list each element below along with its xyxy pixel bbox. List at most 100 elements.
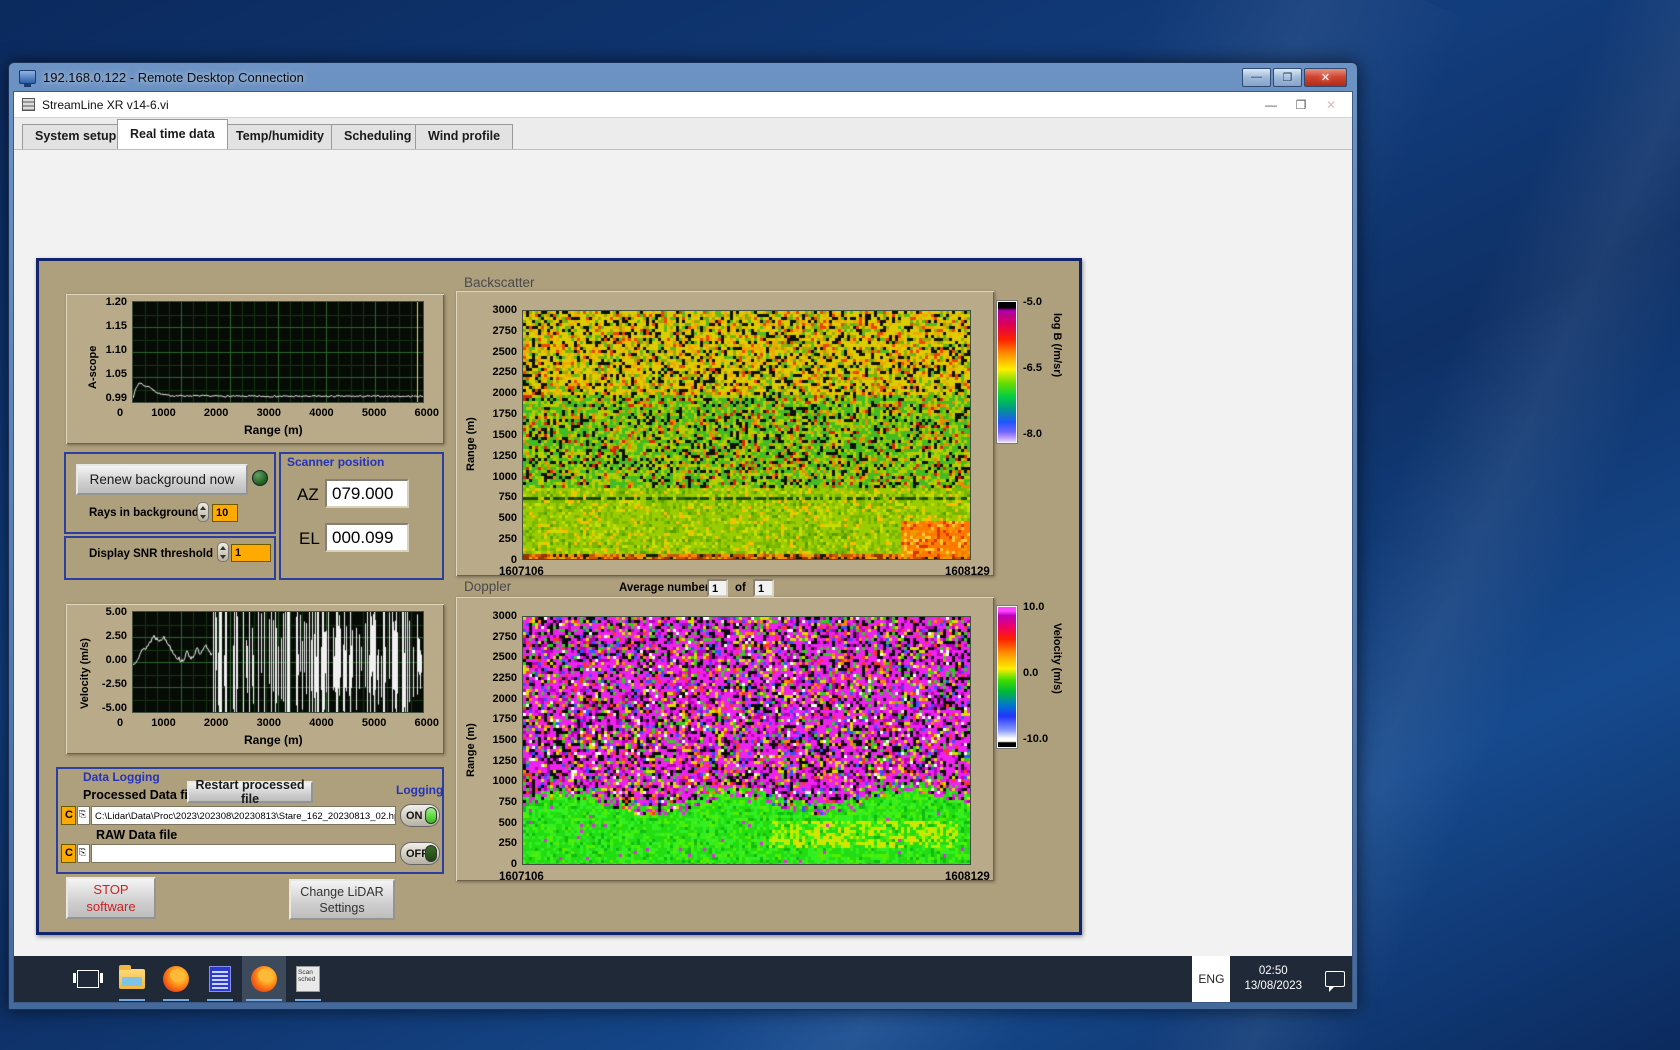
firefox-button[interactable] <box>154 956 198 1002</box>
doppler-ytick: 1500 <box>493 735 517 745</box>
backscatter-ytick: 0 <box>511 555 517 565</box>
change-lidar-settings-button[interactable]: Change LiDAR Settings <box>289 879 395 920</box>
tab-wind-profile[interactable]: Wind profile <box>415 124 513 149</box>
scanner-position-box <box>279 452 444 580</box>
backscatter-ytick: 2500 <box>493 347 517 357</box>
app-titlebar[interactable]: StreamLine XR v14-6.vi — ❐ ✕ <box>14 92 1353 118</box>
ascope-xtick: 4000 <box>309 407 333 419</box>
document-app-button[interactable] <box>198 956 242 1002</box>
tab-system-setup[interactable]: System setup <box>22 124 129 149</box>
app-title: StreamLine XR v14-6.vi <box>42 98 169 112</box>
doppler-ylabel: Range (m) <box>465 697 477 777</box>
doppler-ytick: 2250 <box>493 673 517 683</box>
doppler-canvas <box>523 617 970 864</box>
rays-spinner[interactable] <box>197 502 209 522</box>
raw-logging-toggle[interactable]: OFF <box>400 842 440 865</box>
notification-center-button[interactable] <box>1316 956 1353 1002</box>
app-close-button[interactable]: ✕ <box>1316 98 1346 112</box>
tab-temp-humidity[interactable]: Temp/humidity <box>223 124 337 149</box>
velocity-xtick: 0 <box>117 717 123 729</box>
backscatter-xend: 1608129 <box>945 566 990 578</box>
processed-path-field[interactable]: C:\Lidar\Data\Proc\2023\202308\20230813\… <box>91 806 396 825</box>
snr-value-field[interactable]: 1 <box>231 544 271 562</box>
rdp-title: 192.168.0.122 - Remote Desktop Connectio… <box>43 70 304 85</box>
backscatter-ytick: 1750 <box>493 409 517 419</box>
doppler-cbtick: 10.0 <box>1023 602 1048 612</box>
ascope-xtick: 3000 <box>257 407 281 419</box>
rays-value-field[interactable]: 10 <box>212 504 238 522</box>
taskbar-date: 13/08/2023 <box>1244 979 1302 994</box>
renew-background-button[interactable]: Renew background now <box>76 464 248 495</box>
velocity-ytick-labels: 5.002.500.00-2.50-5.00 <box>92 607 127 713</box>
raw-browse-icon[interactable]: ⎘ <box>77 844 90 863</box>
velocity-xtick: 2000 <box>204 717 228 729</box>
language-indicator[interactable]: ENG <box>1192 956 1230 1002</box>
tab-real-time-data[interactable]: Real time data <box>117 119 228 149</box>
backscatter-cbtick: -6.5 <box>1023 363 1042 373</box>
taskbar-clock[interactable]: 02:50 13/08/2023 <box>1230 964 1316 994</box>
backscatter-ytick: 250 <box>499 534 517 544</box>
el-label: EL <box>299 529 320 549</box>
average-number-field[interactable]: 1 <box>707 579 728 597</box>
backscatter-ylabel: Range (m) <box>465 391 477 471</box>
doppler-xend: 1608129 <box>945 871 990 883</box>
stop-line2: software <box>86 898 135 915</box>
firefox-icon <box>251 966 277 992</box>
raw-path-field[interactable] <box>91 844 396 863</box>
scan-sched-icon: Scan sched <box>296 966 320 992</box>
velocity-ytick: 2.50 <box>106 631 127 641</box>
app-minimize-button[interactable]: — <box>1256 98 1286 112</box>
tab-scheduling[interactable]: Scheduling <box>331 124 424 149</box>
backscatter-colorbar-label: log B (/m/sr) <box>1051 313 1063 433</box>
restart-processed-button[interactable]: Restart processed file <box>187 781 313 803</box>
snr-spinner[interactable] <box>217 542 229 562</box>
file-explorer-button[interactable] <box>110 956 154 1002</box>
doppler-ytick: 500 <box>499 818 517 828</box>
processed-browse-icon[interactable]: ⎘ <box>77 806 90 825</box>
backscatter-title: Backscatter <box>464 275 535 290</box>
ascope-xtick: 1000 <box>151 407 175 419</box>
folder-icon <box>119 969 145 989</box>
rdp-close-button[interactable]: ✕ <box>1304 68 1347 87</box>
ascope-xtick: 5000 <box>362 407 386 419</box>
doppler-ytick-labels: 3000275025002250200017501500125010007505… <box>485 611 517 869</box>
app-icon <box>22 98 35 111</box>
velocity-xtick: 5000 <box>362 717 386 729</box>
renew-led <box>252 470 268 486</box>
velocity-xlabel: Range (m) <box>244 733 303 747</box>
backscatter-ytick-labels: 3000275025002250200017501500125010007505… <box>485 305 517 565</box>
app-restore-button[interactable]: ❐ <box>1286 98 1316 112</box>
ascope-xlabel: Range (m) <box>244 423 303 437</box>
scan-sched-button[interactable]: Scan sched <box>286 956 330 1002</box>
az-label: AZ <box>297 485 319 505</box>
task-view-button[interactable] <box>66 956 110 1002</box>
doppler-colorbar-ticks: 10.00.0-10.0 <box>1023 602 1048 744</box>
processed-drive-select[interactable]: C <box>61 806 76 825</box>
remote-taskbar: Scan sched ENG 02:50 13/08/2023 <box>14 956 1353 1002</box>
average-total-field[interactable]: 1 <box>753 579 774 597</box>
document-icon <box>209 966 231 992</box>
notification-icon <box>1325 971 1345 987</box>
processed-file-label: Processed Data file <box>83 788 198 802</box>
velocity-ytick: -2.50 <box>102 679 127 689</box>
ascope-canvas <box>133 302 423 402</box>
rdp-maximize-button[interactable]: ❐ <box>1273 68 1302 87</box>
ascope-xtick-labels: 0100020003000400050006000 <box>117 407 439 419</box>
backscatter-ytick: 1000 <box>493 472 517 482</box>
rdp-titlebar[interactable]: 192.168.0.122 - Remote Desktop Connectio… <box>13 63 1353 91</box>
processed-logging-toggle[interactable]: ON <box>400 804 440 827</box>
ascope-ytick: 1.05 <box>106 369 127 379</box>
velocity-ytick: 0.00 <box>106 655 127 665</box>
firefox-icon <box>163 966 189 992</box>
rdp-icon <box>19 70 36 84</box>
firefox-active-button[interactable] <box>242 956 286 1002</box>
el-value-field: 000.099 <box>325 523 409 552</box>
stop-software-button[interactable]: STOP software <box>66 877 156 919</box>
settings-line2: Settings <box>319 900 364 916</box>
raw-drive-select[interactable]: C <box>61 844 76 863</box>
rdp-minimize-button[interactable]: — <box>1242 68 1271 87</box>
doppler-ytick: 1000 <box>493 776 517 786</box>
doppler-colorbar <box>997 606 1017 748</box>
velocity-xtick: 4000 <box>309 717 333 729</box>
doppler-ytick: 750 <box>499 797 517 807</box>
